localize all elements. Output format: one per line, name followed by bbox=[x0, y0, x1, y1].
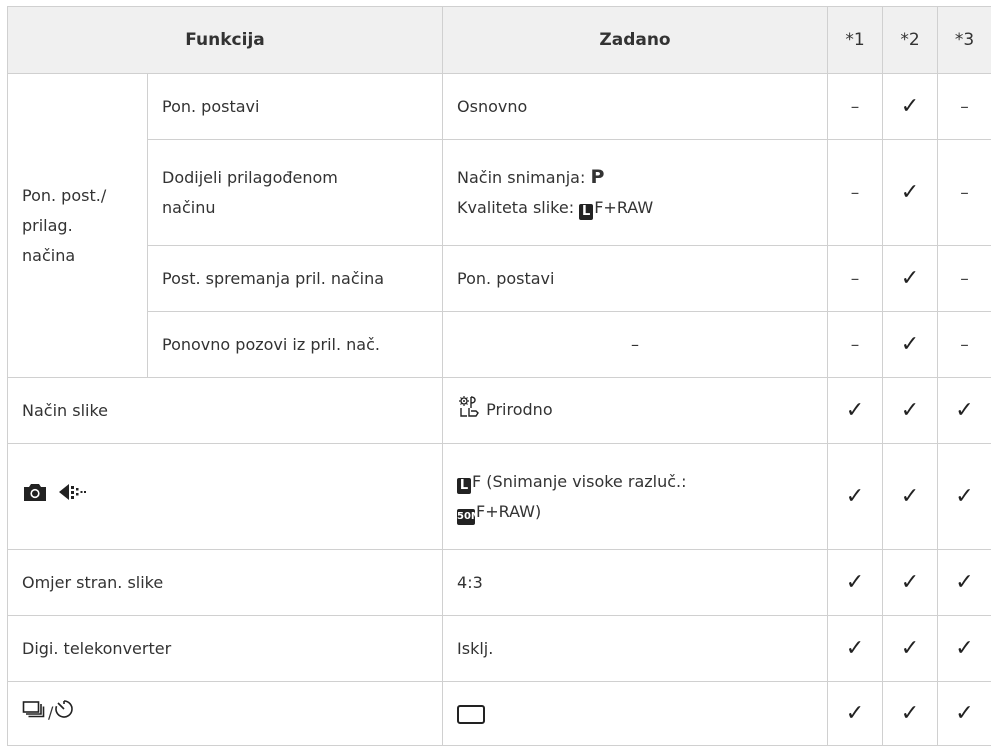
check-mark: ✓ bbox=[901, 398, 919, 423]
check-mark: ✓ bbox=[901, 94, 919, 119]
sequential-shooting-icon bbox=[22, 699, 48, 728]
dash-mark: – bbox=[851, 269, 860, 289]
row-name: Dodijeli prilagođenom načinu bbox=[148, 140, 443, 246]
mark-col1: ✓ bbox=[828, 550, 883, 616]
camera-icon bbox=[22, 481, 48, 512]
mark-col2: ✓ bbox=[883, 74, 938, 140]
mark-col3: – bbox=[938, 140, 991, 246]
mark-col3: ✓ bbox=[938, 550, 991, 616]
row-name: Način slike bbox=[8, 378, 443, 444]
table-row: Post. spremanja pril. načina Pon. postav… bbox=[8, 246, 991, 312]
row-name: Omjer stran. slike bbox=[8, 550, 443, 616]
dash-mark: – bbox=[851, 335, 860, 355]
row-default: Isklj. bbox=[443, 616, 828, 682]
check-mark: ✓ bbox=[901, 180, 919, 205]
mark-col3: ✓ bbox=[938, 682, 991, 746]
settings-table: Funkcija Zadano *1 *2 *3 Pon. post./ pri… bbox=[7, 6, 991, 746]
mark-col1: – bbox=[828, 74, 883, 140]
mark-col1: – bbox=[828, 140, 883, 246]
header-col1: *1 bbox=[828, 7, 883, 74]
row-name: Digi. telekonverter bbox=[8, 616, 443, 682]
row-default: Osnovno bbox=[443, 74, 828, 140]
high-res-50m-icon: 50M bbox=[457, 509, 475, 525]
row-default: 4:3 bbox=[443, 550, 828, 616]
mark-col3: ✓ bbox=[938, 378, 991, 444]
check-mark: ✓ bbox=[901, 701, 919, 726]
table-row: Omjer stran. slike 4:3 ✓ ✓ ✓ bbox=[8, 550, 991, 616]
table-row: / ✓ ✓ ✓ bbox=[8, 682, 991, 746]
mark-col2: ✓ bbox=[883, 550, 938, 616]
check-mark: ✓ bbox=[846, 636, 864, 661]
header-col2: *2 bbox=[883, 7, 938, 74]
mark-col2: ✓ bbox=[883, 246, 938, 312]
check-mark: ✓ bbox=[846, 484, 864, 509]
mark-col3: ✓ bbox=[938, 444, 991, 550]
mark-col3: – bbox=[938, 74, 991, 140]
row-default bbox=[443, 682, 828, 746]
table-row: LF (Snimanje visoke razluč.: 50MF+RAW) ✓… bbox=[8, 444, 991, 550]
check-mark: ✓ bbox=[901, 484, 919, 509]
check-mark: ✓ bbox=[901, 570, 919, 595]
single-frame-icon bbox=[457, 705, 485, 724]
mark-col1: – bbox=[828, 312, 883, 378]
large-size-icon: L bbox=[457, 478, 471, 494]
mark-col2: ✓ bbox=[883, 378, 938, 444]
check-mark: ✓ bbox=[955, 398, 973, 423]
table-row: Način slike Prirodno ✓ ✓ ✓ bbox=[8, 378, 991, 444]
check-mark: ✓ bbox=[901, 332, 919, 357]
check-mark: ✓ bbox=[846, 398, 864, 423]
row-default: Prirodno bbox=[443, 378, 828, 444]
mark-col1: ✓ bbox=[828, 378, 883, 444]
dash-mark: – bbox=[960, 335, 969, 355]
check-mark: ✓ bbox=[901, 636, 919, 661]
header-funkcija: Funkcija bbox=[8, 7, 443, 74]
mark-col1: ✓ bbox=[828, 444, 883, 550]
table-row: Dodijeli prilagođenom načinu Način snima… bbox=[8, 140, 991, 246]
mark-col1: – bbox=[828, 246, 883, 312]
row-default: – bbox=[443, 312, 828, 378]
mark-col3: ✓ bbox=[938, 616, 991, 682]
check-mark: ✓ bbox=[846, 701, 864, 726]
dash-mark: – bbox=[960, 269, 969, 289]
check-mark: ✓ bbox=[901, 266, 919, 291]
dash-mark: – bbox=[851, 183, 860, 203]
row-name: Ponovno pozovi iz pril. nač. bbox=[148, 312, 443, 378]
header-zadano: Zadano bbox=[443, 7, 828, 74]
table-row: Pon. post./ prilag. načina Pon. postavi … bbox=[8, 74, 991, 140]
image-quality-icon bbox=[57, 481, 87, 512]
large-size-icon: L bbox=[579, 204, 593, 220]
dash-mark: – bbox=[960, 183, 969, 203]
dash-mark: – bbox=[960, 97, 969, 117]
mark-col1: ✓ bbox=[828, 682, 883, 746]
mark-col2: ✓ bbox=[883, 682, 938, 746]
header-col3: *3 bbox=[938, 7, 991, 74]
picture-mode-natural-icon bbox=[457, 395, 481, 426]
row-name bbox=[8, 444, 443, 550]
mark-col3: – bbox=[938, 246, 991, 312]
self-timer-icon bbox=[53, 698, 75, 729]
dash-mark: – bbox=[851, 97, 860, 117]
mark-col2: ✓ bbox=[883, 312, 938, 378]
check-mark: ✓ bbox=[955, 570, 973, 595]
mark-col3: – bbox=[938, 312, 991, 378]
table-row: Digi. telekonverter Isklj. ✓ ✓ ✓ bbox=[8, 616, 991, 682]
mark-col1: ✓ bbox=[828, 616, 883, 682]
check-mark: ✓ bbox=[846, 570, 864, 595]
mark-col2: ✓ bbox=[883, 616, 938, 682]
row-default: Pon. postavi bbox=[443, 246, 828, 312]
check-mark: ✓ bbox=[955, 636, 973, 661]
mark-col2: ✓ bbox=[883, 140, 938, 246]
check-mark: ✓ bbox=[955, 484, 973, 509]
program-mode-icon: P bbox=[590, 166, 604, 188]
check-mark: ✓ bbox=[955, 701, 973, 726]
mark-col2: ✓ bbox=[883, 444, 938, 550]
table-row: Ponovno pozovi iz pril. nač. – – ✓ – bbox=[8, 312, 991, 378]
row-name: / bbox=[8, 682, 443, 746]
group-label: Pon. post./ prilag. načina bbox=[8, 74, 148, 378]
header-row: Funkcija Zadano *1 *2 *3 bbox=[8, 7, 991, 74]
row-default: Način snimanja: P Kvaliteta slike: LF+RA… bbox=[443, 140, 828, 246]
row-name: Post. spremanja pril. načina bbox=[148, 246, 443, 312]
row-name: Pon. postavi bbox=[148, 74, 443, 140]
row-default: LF (Snimanje visoke razluč.: 50MF+RAW) bbox=[443, 444, 828, 550]
